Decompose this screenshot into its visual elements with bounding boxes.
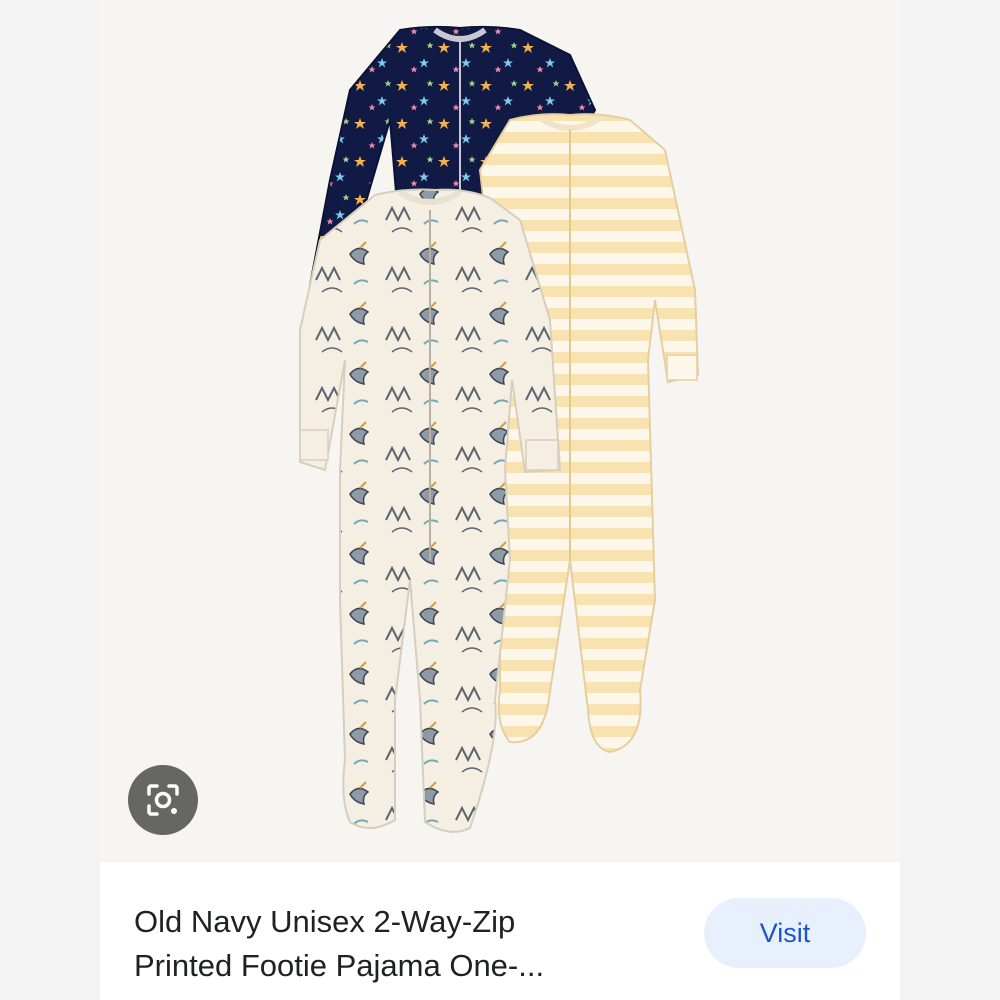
page: Old Navy Unisex 2-Way-Zip Printed Footie… <box>0 0 1000 1000</box>
product-title[interactable]: Old Navy Unisex 2-Way-Zip Printed Footie… <box>134 900 654 988</box>
product-title-line2: Printed Footie Pajama One-... <box>134 948 545 983</box>
product-image[interactable] <box>100 0 900 862</box>
visit-button[interactable]: Visit <box>704 898 866 968</box>
striped-pajama <box>478 113 700 754</box>
product-title-line1: Old Navy Unisex 2-Way-Zip <box>134 904 516 939</box>
left-margin <box>0 0 100 1000</box>
right-margin <box>900 0 1000 1000</box>
lens-button[interactable] <box>128 765 198 835</box>
lens-search-icon <box>147 784 179 816</box>
result-card[interactable]: Old Navy Unisex 2-Way-Zip Printed Footie… <box>100 0 900 1000</box>
result-info: Old Navy Unisex 2-Way-Zip Printed Footie… <box>100 862 900 1000</box>
